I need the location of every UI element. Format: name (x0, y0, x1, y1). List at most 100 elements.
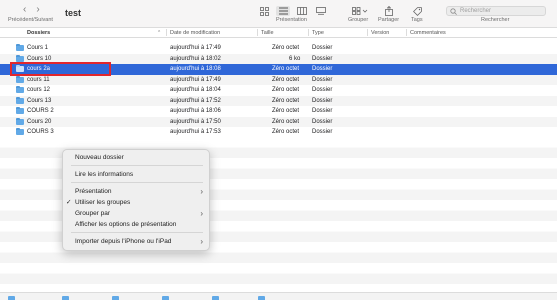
folder-icon[interactable] (8, 296, 15, 300)
file-name: cours 11 (27, 76, 50, 83)
file-name: cours 12 (27, 87, 51, 93)
table-row[interactable]: Cours 20 aujourd'hui à 17:50 Zéro octet Dos… (0, 116, 557, 127)
column-divider (257, 29, 258, 36)
column-divider (406, 29, 407, 36)
file-name: COURS 2 (27, 108, 54, 114)
folder-icon[interactable] (162, 296, 169, 300)
column-header-type[interactable]: Type (312, 30, 324, 36)
table-row[interactable]: COURS 3 aujourd'hui à 17:53 Zéro octet Doss… (0, 127, 557, 138)
selection-highlight-box (10, 62, 111, 76)
column-divider (166, 29, 167, 36)
context-menu: Nouveau dossier Lire les informations Pr… (62, 149, 210, 251)
folder-icon[interactable] (112, 296, 119, 300)
file-type: Dossier (312, 108, 333, 114)
path-bar (0, 292, 557, 300)
navigation-buttons: ‹ › (23, 4, 40, 15)
gallery-view-icon[interactable] (314, 6, 328, 16)
column-divider (308, 29, 309, 36)
table-row[interactable]: COURS 2 aujourd'hui à 18:06 Zéro octet Doss… (0, 106, 557, 117)
file-name: Cours 13 (27, 97, 52, 104)
table-row[interactable]: cours 11 aujourd'hui à 17:49 Zéro octet Dos… (0, 74, 557, 85)
folder-icon (16, 107, 24, 114)
column-header-comments[interactable]: Commentaires (410, 30, 446, 36)
folder-icon (16, 96, 24, 104)
column-header-size[interactable]: Taille (261, 30, 274, 36)
group-icon[interactable] (350, 6, 370, 16)
file-type: Dossier (312, 66, 333, 72)
file-size: Zéro octet (272, 118, 300, 125)
file-size: Zéro octet (272, 66, 300, 72)
menu-item-new-folder[interactable]: Nouveau dossier (75, 153, 203, 162)
file-size: Zéro octet (272, 108, 300, 114)
menu-item-label: Grouper par (75, 210, 111, 217)
column-divider (367, 29, 368, 36)
share-label: Partager (378, 17, 400, 23)
chevron-right-icon: › (200, 209, 203, 218)
menu-separator (71, 232, 203, 233)
column-header-date[interactable]: Date de modification (170, 30, 220, 36)
menu-item-presentation[interactable]: Présentation › (75, 187, 203, 196)
icon-view-icon[interactable] (257, 6, 271, 16)
file-type: Dossier (312, 97, 333, 104)
back-button[interactable]: ‹ (23, 4, 26, 15)
file-type: Dossier (312, 45, 333, 51)
file-type: Dossier (312, 87, 333, 93)
file-size: Zéro octet (272, 129, 300, 135)
search-input[interactable]: Rechercher (446, 6, 546, 16)
tags-label: Tags (411, 17, 423, 23)
column-header-bar: Dossiers ⌃ Date de modification Taille T… (0, 28, 557, 38)
presentation-label: Présentation (276, 17, 307, 23)
file-type: Dossier (312, 118, 333, 125)
file-list: Cours 1 aujourd'hui à 17:49 Zéro octet Doss… (0, 43, 557, 138)
search-label: Rechercher (481, 17, 510, 23)
file-name: Cours 20 (27, 118, 52, 125)
menu-separator (71, 165, 203, 166)
forward-button[interactable]: › (36, 4, 39, 15)
folder-icon (16, 75, 24, 83)
menu-item-get-info[interactable]: Lire les informations (75, 170, 203, 179)
folder-icon (16, 117, 24, 125)
table-row[interactable]: Cours 1 aujourd'hui à 17:49 Zéro octet Doss… (0, 43, 557, 54)
folder-icon (16, 44, 24, 51)
table-row[interactable]: Cours 13 aujourd'hui à 17:52 Zéro octet Dos… (0, 95, 557, 106)
menu-item-label: Présentation (75, 188, 112, 195)
search-placeholder: Rechercher (460, 8, 492, 14)
checkmark-icon: ✓ (66, 199, 72, 206)
menu-item-view-options[interactable]: Afficher les options de présentation (75, 220, 203, 229)
toolbar: ‹ › Précédent/Suivant test Présentation … (0, 0, 557, 28)
folder-icon[interactable] (258, 296, 265, 300)
file-size: Zéro octet (272, 45, 300, 51)
column-header-version[interactable]: Version (371, 30, 389, 36)
file-date: aujourd'hui à 17:49 (170, 45, 221, 51)
file-size: Zéro octet (272, 87, 300, 93)
table-row[interactable]: cours 12 aujourd'hui à 18:04 Zéro octet Dos… (0, 85, 557, 96)
menu-item-use-groups[interactable]: ✓ Utiliser les groupes (66, 198, 203, 207)
file-type: Dossier (312, 55, 333, 62)
tag-icon[interactable] (410, 6, 424, 16)
folder-icon[interactable] (62, 296, 69, 300)
file-type: Dossier (312, 76, 333, 83)
file-size: Zéro octet (272, 97, 300, 104)
menu-item-group-by[interactable]: Grouper par › (75, 209, 203, 218)
file-type: Dossier (312, 129, 333, 135)
sort-chevron-icon: ⌃ (157, 30, 162, 36)
group-label: Grouper (348, 17, 369, 23)
chevron-right-icon: › (200, 187, 203, 196)
file-date: aujourd'hui à 18:02 (170, 55, 221, 62)
menu-item-import-iphone[interactable]: Importer depuis l'iPhone ou l'iPad › (75, 237, 203, 246)
column-view-icon[interactable] (295, 6, 309, 16)
menu-item-label: Utiliser les groupes (75, 199, 131, 206)
search-icon (450, 8, 457, 18)
column-header-name[interactable]: Dossiers (27, 30, 50, 36)
folder-icon[interactable] (212, 296, 219, 300)
share-icon[interactable] (382, 6, 396, 16)
menu-item-label: Importer depuis l'iPhone ou l'iPad (75, 238, 172, 245)
folder-icon (16, 86, 24, 93)
file-name: COURS 3 (27, 129, 54, 135)
nav-label: Précédent/Suivant (8, 17, 53, 23)
file-size: Zéro octet (272, 76, 300, 83)
list-view-icon[interactable] (276, 6, 290, 16)
file-name: Cours 1 (27, 45, 49, 51)
menu-separator (71, 182, 203, 183)
file-date: aujourd'hui à 17:50 (170, 118, 221, 125)
